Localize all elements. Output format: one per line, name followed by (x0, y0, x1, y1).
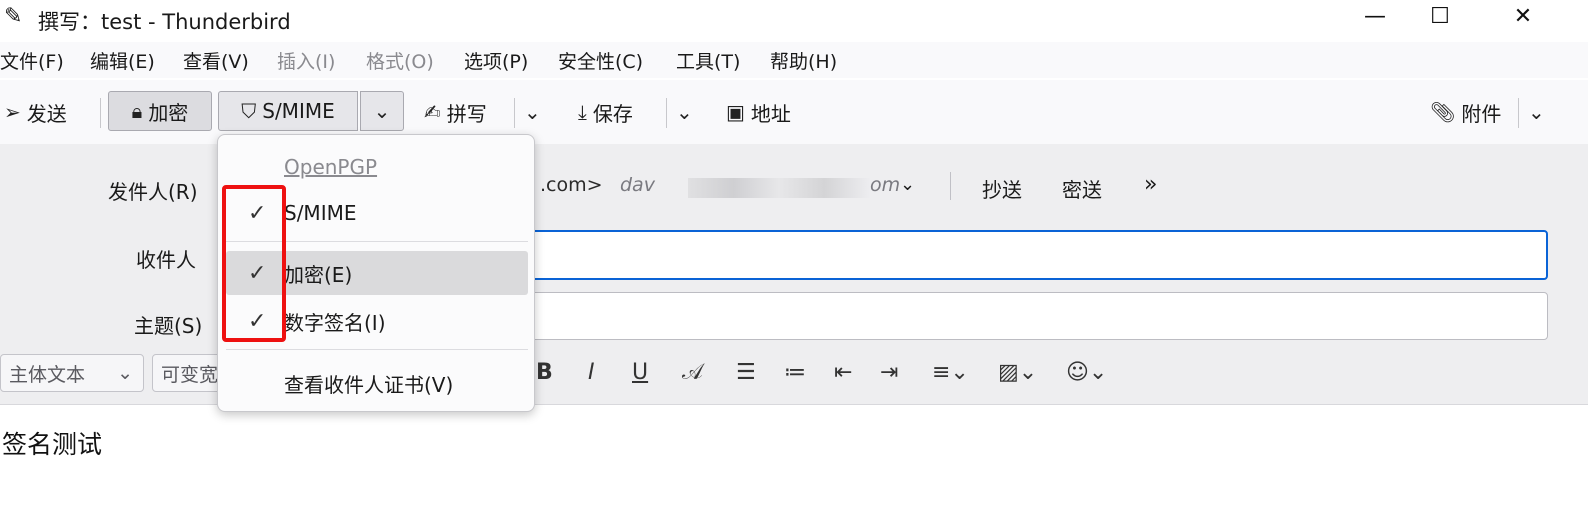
spell-button[interactable]: ✍ 拼写 (424, 91, 487, 133)
from-address-prefix: dav (620, 174, 655, 196)
minimize-icon: — (1364, 3, 1386, 29)
italic-icon[interactable]: I (588, 360, 595, 385)
from-address-suffix: om (870, 174, 901, 196)
font-select-value: 可变宽 (161, 363, 219, 386)
close-icon: ✕ (1513, 3, 1533, 29)
outdent-icon[interactable]: ⇤ (834, 360, 852, 385)
insert-image-icon[interactable]: ▨⌄ (998, 360, 1037, 385)
save-dropdown-button[interactable]: ⌄ (676, 91, 693, 133)
window-title: 撰写：test - Thunderbird (38, 10, 291, 34)
smime-button[interactable]: ⛉ S/MIME (218, 91, 358, 131)
paragraph-format-select[interactable]: 主体文本 ⌄ (0, 354, 144, 392)
bullet-list-icon[interactable]: ☰ (736, 360, 756, 385)
maximize-button[interactable]: ☐ (1410, 0, 1470, 32)
lock-icon: 🔒︎ (131, 99, 143, 123)
menu-bar: 文件(F) 编辑(E) 查看(V) 插入(I) 格式(O) 选项(P) 安全性(… (0, 42, 1588, 78)
toolbar-separator (100, 98, 101, 128)
attach-label: 附件 (1461, 101, 1502, 126)
to-label: 收件人 (136, 248, 196, 272)
spell-dropdown-button[interactable]: ⌄ (524, 91, 541, 133)
toolbar-separator (514, 98, 515, 128)
message-body[interactable]: 签名测试 (0, 404, 1588, 515)
encrypt-label: 加密 (148, 100, 189, 125)
bcc-button[interactable]: 密送 (1062, 174, 1102, 203)
spellcheck-icon: ✍ (424, 100, 441, 124)
menu-item-label: 查看收件人证书(V) (284, 372, 454, 397)
menu-separator (226, 349, 528, 350)
indent-icon[interactable]: ⇥ (880, 360, 898, 385)
bold-icon[interactable]: B (536, 360, 553, 385)
chevron-down-icon: ⌄ (117, 362, 133, 384)
menu-edit[interactable]: 编辑(E) (90, 47, 155, 74)
toolbar-separator (666, 98, 667, 128)
attach-button[interactable]: 📎︎ 附件 (1430, 91, 1501, 133)
title-bar: ✎ 撰写：test - Thunderbird — ☐ ✕ (0, 0, 1588, 42)
menu-item-label: OpenPGP (284, 155, 378, 179)
close-button[interactable]: ✕ (1493, 0, 1553, 32)
smime-label: S/MIME (262, 99, 335, 123)
numbered-list-icon[interactable]: ≔ (784, 360, 806, 385)
align-icon[interactable]: ≡⌄ (932, 360, 969, 385)
menu-item-label: 加密(E) (284, 262, 353, 287)
menu-file[interactable]: 文件(F) (0, 47, 64, 74)
spell-label: 拼写 (446, 101, 487, 126)
download-icon: ⤓ (578, 100, 587, 124)
subject-label: 主题(S) (134, 314, 203, 338)
paragraph-format-value: 主体文本 (9, 363, 86, 386)
address-book-icon: ▣ (726, 100, 745, 124)
save-label: 保存 (592, 101, 633, 126)
menu-item-label: S/MIME (284, 201, 357, 225)
chevron-down-icon: ⌄ (676, 100, 693, 124)
maximize-icon: ☐ (1430, 3, 1450, 29)
menu-security[interactable]: 安全性(C) (558, 47, 643, 74)
from-label: 发件人(R) (108, 180, 198, 204)
save-button[interactable]: ⤓ 保存 (578, 91, 633, 133)
remove-format-icon[interactable]: 𝒜 (682, 360, 703, 385)
underline-icon[interactable]: U (632, 360, 648, 385)
redacted-address (688, 178, 870, 198)
menu-tools[interactable]: 工具(T) (676, 47, 740, 74)
menu-item-view-certificates[interactable]: 查看收件人证书(V) (226, 361, 528, 405)
menu-options[interactable]: 选项(P) (464, 47, 528, 74)
address-book-button[interactable]: ▣ 地址 (726, 91, 791, 133)
minimize-button[interactable]: — (1345, 0, 1405, 32)
more-fields-button[interactable]: » (1144, 172, 1157, 197)
chevron-down-icon: ⌄ (524, 100, 541, 124)
send-label: 发送 (26, 101, 67, 126)
body-text: 签名测试 (2, 430, 103, 459)
shield-icon: ⛉ (241, 99, 257, 123)
address-label: 地址 (750, 101, 791, 126)
send-icon: ➢ (4, 100, 21, 124)
subject-input[interactable] (480, 292, 1548, 340)
emoji-icon[interactable]: ☺⌄ (1066, 360, 1107, 385)
menu-insert: 插入(I) (277, 51, 336, 73)
header-separator (950, 172, 951, 200)
cc-button[interactable]: 抄送 (982, 174, 1022, 203)
encrypt-button[interactable]: 🔒︎ 加密 (108, 91, 212, 131)
paperclip-icon: 📎︎ (1430, 100, 1456, 124)
menu-format: 格式(O) (366, 51, 434, 73)
attach-dropdown-button[interactable]: ⌄ (1528, 91, 1545, 133)
to-input[interactable] (480, 230, 1548, 280)
chevron-down-icon: ⌄ (373, 99, 391, 123)
chevron-down-icon[interactable]: ⌄ (900, 174, 915, 195)
from-identity[interactable]: .com> (540, 174, 603, 196)
menu-item-openpgp: OpenPGP (226, 145, 528, 189)
annotation-highlight-box (222, 185, 286, 342)
chevron-down-icon: ⌄ (1528, 100, 1545, 124)
toolbar-separator (1518, 98, 1519, 128)
pencil-icon: ✎ (4, 4, 23, 29)
send-button[interactable]: ➢ 发送 (4, 91, 67, 133)
menu-view[interactable]: 查看(V) (183, 47, 249, 74)
smime-dropdown-button[interactable]: ⌄ (360, 91, 404, 131)
menu-help[interactable]: 帮助(H) (770, 47, 837, 74)
menu-item-label: 数字签名(I) (284, 310, 386, 335)
